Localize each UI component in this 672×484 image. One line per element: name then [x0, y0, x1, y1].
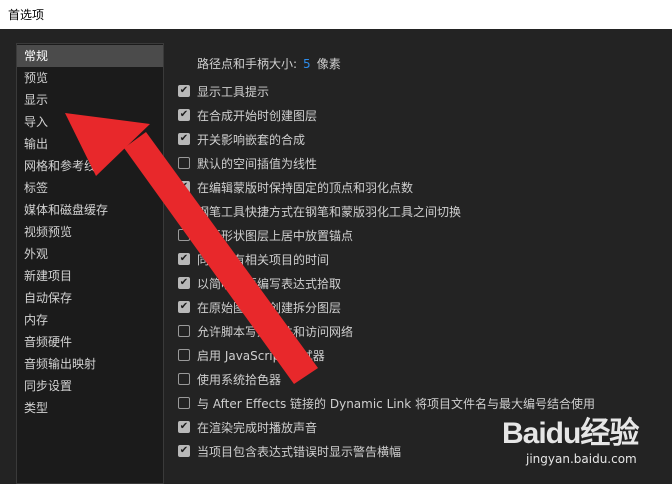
watermark-logo: Baidu经验	[502, 417, 639, 450]
arrow-shaft	[124, 132, 318, 384]
baidu-watermark: Baidu经验 jingyan.baidu.com	[492, 406, 662, 476]
watermark-url: jingyan.baidu.com	[526, 452, 637, 466]
